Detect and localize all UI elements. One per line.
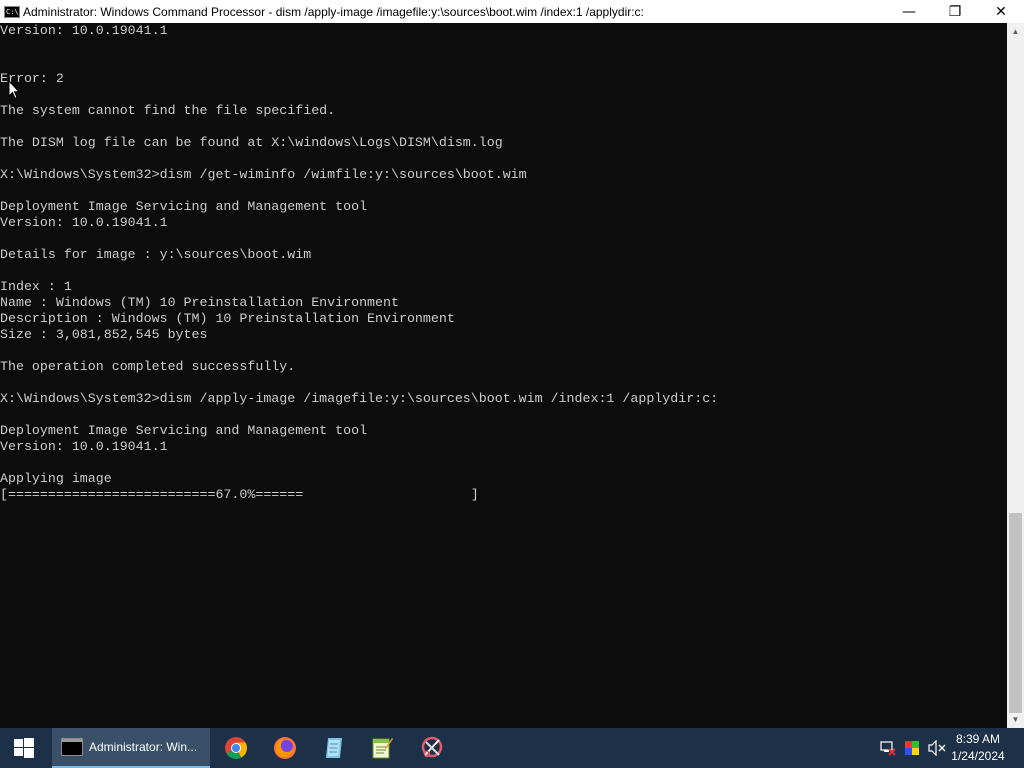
console-line: Description : Windows (TM) 10 Preinstall… bbox=[0, 311, 455, 326]
scroll-up-arrow-icon[interactable]: ▲ bbox=[1007, 23, 1024, 40]
system-clock[interactable]: 8:39 AM 1/24/2024 bbox=[948, 731, 1008, 765]
console-line: X:\Windows\System32>dism /apply-image /i… bbox=[0, 391, 719, 406]
cmd-icon-label: C:\ bbox=[6, 7, 19, 16]
close-button[interactable]: ✕ bbox=[978, 0, 1024, 23]
console-line: Details for image : y:\sources\boot.wim bbox=[0, 247, 312, 262]
console-line: X:\Windows\System32>dism /get-wiminfo /w… bbox=[0, 167, 527, 182]
vertical-scrollbar[interactable]: ▲ ▼ bbox=[1007, 23, 1024, 728]
notepadplusplus-icon[interactable] bbox=[370, 736, 394, 760]
windows-logo-icon bbox=[14, 738, 34, 758]
start-button[interactable] bbox=[0, 728, 48, 768]
console-line: The system cannot find the file specifie… bbox=[0, 103, 336, 118]
notepad-icon[interactable] bbox=[322, 736, 346, 760]
console-line: Name : Windows (TM) 10 Preinstallation E… bbox=[0, 295, 399, 310]
console-line: Size : 3,081,852,545 bytes bbox=[0, 327, 208, 342]
taskbar: Administrator: Win... 8:39 AM 1/24/2024 bbox=[0, 728, 1024, 768]
cmd-taskbar-icon bbox=[61, 738, 83, 756]
cmd-app-icon[interactable]: C:\ bbox=[4, 5, 20, 18]
network-icon[interactable] bbox=[880, 740, 896, 756]
console-line: Index : 1 bbox=[0, 279, 72, 294]
console-line: Deployment Image Servicing and Managemen… bbox=[0, 423, 368, 438]
console-line: The operation completed successfully. bbox=[0, 359, 296, 374]
window-title: Administrator: Windows Command Processor… bbox=[23, 4, 644, 19]
scrollbar-thumb[interactable] bbox=[1009, 513, 1022, 713]
firefox-icon[interactable] bbox=[273, 736, 297, 760]
console-line: Deployment Image Servicing and Managemen… bbox=[0, 199, 368, 214]
clock-date: 1/24/2024 bbox=[951, 749, 1005, 763]
console-line: Version: 10.0.19041.1 bbox=[0, 23, 168, 38]
console-line: The DISM log file can be found at X:\win… bbox=[0, 135, 503, 150]
snipping-tool-icon[interactable] bbox=[420, 736, 444, 760]
chrome-icon[interactable] bbox=[224, 736, 248, 760]
console-output[interactable]: Version: 10.0.19041.1 Error: 2 The system … bbox=[0, 23, 1007, 728]
clock-time: 8:39 AM bbox=[955, 732, 1001, 746]
maximize-button[interactable]: ❐ bbox=[932, 0, 978, 23]
console-line: Applying image bbox=[0, 471, 112, 486]
console-line: [==========================67.0%====== ] bbox=[0, 487, 479, 502]
console-line: Version: 10.0.19041.1 bbox=[0, 215, 168, 230]
console-line: Version: 10.0.19041.1 bbox=[0, 439, 168, 454]
scroll-down-arrow-icon[interactable]: ▼ bbox=[1007, 711, 1024, 728]
taskbar-cmd-window[interactable]: Administrator: Win... bbox=[52, 728, 210, 768]
color-picker-icon[interactable] bbox=[904, 740, 920, 756]
console-line: Error: 2 bbox=[0, 71, 64, 86]
taskbar-cmd-label: Administrator: Win... bbox=[89, 740, 198, 754]
mouse-pointer-icon bbox=[8, 80, 20, 100]
minimize-button[interactable]: — bbox=[886, 0, 932, 23]
volume-muted-icon[interactable] bbox=[928, 740, 946, 756]
title-bar[interactable]: C:\ Administrator: Windows Command Proce… bbox=[0, 0, 1024, 23]
